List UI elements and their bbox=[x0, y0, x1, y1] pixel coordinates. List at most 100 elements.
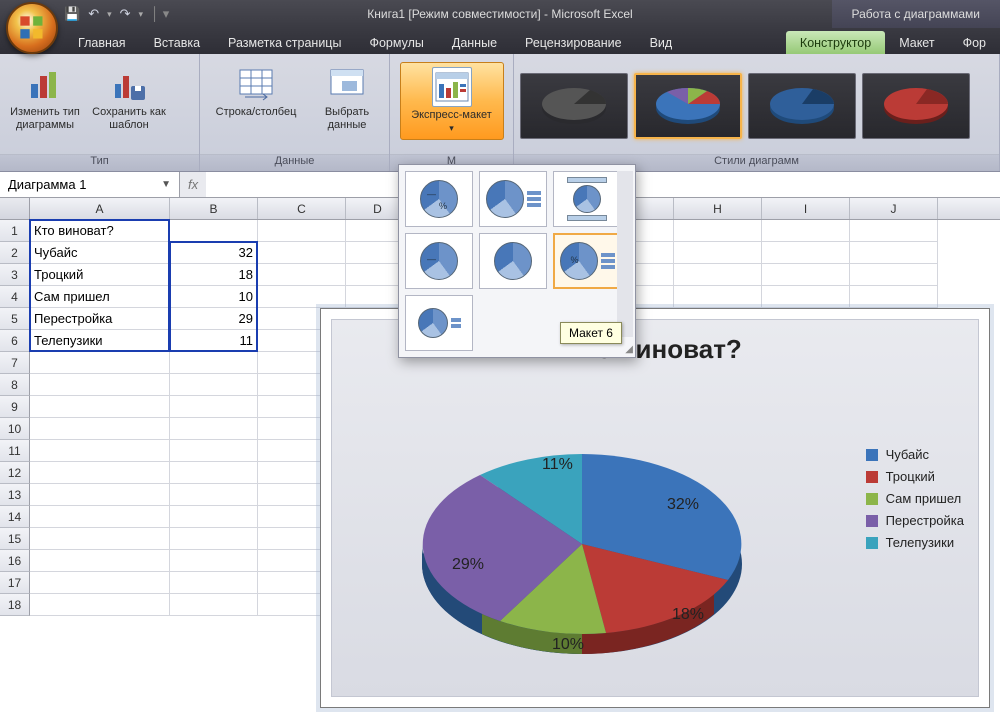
col-header-J[interactable]: J bbox=[850, 198, 938, 219]
layout-option-3[interactable] bbox=[553, 171, 621, 227]
cell-B3[interactable]: 18 bbox=[170, 264, 258, 286]
row-header-12[interactable]: 12 bbox=[0, 462, 30, 484]
cell-C4[interactable] bbox=[258, 286, 346, 308]
chart-object[interactable]: Кто виноват? 32% 18% 10% 29% 11 bbox=[320, 308, 990, 708]
cell-A18[interactable] bbox=[30, 594, 170, 616]
cell-B11[interactable] bbox=[170, 440, 258, 462]
tab-view[interactable]: Вид bbox=[636, 31, 687, 54]
save-template-button[interactable]: Сохранить как шаблон bbox=[90, 58, 168, 132]
cell-A9[interactable] bbox=[30, 396, 170, 418]
col-header-H[interactable]: H bbox=[674, 198, 762, 219]
cell-B1[interactable] bbox=[170, 220, 258, 242]
row-header-17[interactable]: 17 bbox=[0, 572, 30, 594]
row-header-13[interactable]: 13 bbox=[0, 484, 30, 506]
tab-review[interactable]: Рецензирование bbox=[511, 31, 636, 54]
cell-I2[interactable] bbox=[762, 242, 850, 264]
cell-A5[interactable]: Перестройка bbox=[30, 308, 170, 330]
row-header-7[interactable]: 7 bbox=[0, 352, 30, 374]
cell-J4[interactable] bbox=[850, 286, 938, 308]
select-data-button[interactable]: Выбрать данные bbox=[312, 58, 382, 132]
row-header-2[interactable]: 2 bbox=[0, 242, 30, 264]
cell-J3[interactable] bbox=[850, 264, 938, 286]
row-header-3[interactable]: 3 bbox=[0, 264, 30, 286]
cell-A2[interactable]: Чубайс bbox=[30, 242, 170, 264]
cell-A10[interactable] bbox=[30, 418, 170, 440]
row-header-15[interactable]: 15 bbox=[0, 528, 30, 550]
col-header-C[interactable]: C bbox=[258, 198, 346, 219]
cell-A1[interactable]: Кто виноват? bbox=[30, 220, 170, 242]
layout-option-7[interactable] bbox=[405, 295, 473, 351]
layout-option-1[interactable]: —% bbox=[405, 171, 473, 227]
cell-I3[interactable] bbox=[762, 264, 850, 286]
cell-A4[interactable]: Сам пришел bbox=[30, 286, 170, 308]
cell-A11[interactable] bbox=[30, 440, 170, 462]
chart-plot-area[interactable]: Кто виноват? 32% 18% 10% 29% 11 bbox=[331, 319, 979, 697]
cell-B18[interactable] bbox=[170, 594, 258, 616]
tab-data[interactable]: Данные bbox=[438, 31, 511, 54]
cell-B4[interactable]: 10 bbox=[170, 286, 258, 308]
cell-H1[interactable] bbox=[674, 220, 762, 242]
row-header-1[interactable]: 1 bbox=[0, 220, 30, 242]
tab-layout[interactable]: Макет bbox=[885, 31, 948, 54]
cell-A14[interactable] bbox=[30, 506, 170, 528]
chart-style-1[interactable] bbox=[520, 73, 628, 139]
cell-A13[interactable] bbox=[30, 484, 170, 506]
legend-item-1[interactable]: Троцкий bbox=[866, 469, 964, 484]
tab-home[interactable]: Главная bbox=[64, 31, 140, 54]
row-header-6[interactable]: 6 bbox=[0, 330, 30, 352]
cell-H4[interactable] bbox=[674, 286, 762, 308]
row-header-16[interactable]: 16 bbox=[0, 550, 30, 572]
layout-option-4[interactable]: — bbox=[405, 233, 473, 289]
cell-B6[interactable]: 11 bbox=[170, 330, 258, 352]
cell-B12[interactable] bbox=[170, 462, 258, 484]
select-all-corner[interactable] bbox=[0, 198, 30, 219]
row-header-11[interactable]: 11 bbox=[0, 440, 30, 462]
layout-option-6[interactable]: % bbox=[553, 233, 621, 289]
cell-C2[interactable] bbox=[258, 242, 346, 264]
row-header-5[interactable]: 5 bbox=[0, 308, 30, 330]
cell-B13[interactable] bbox=[170, 484, 258, 506]
name-box[interactable]: Диаграмма 1 ▼ bbox=[0, 172, 180, 197]
cell-A12[interactable] bbox=[30, 462, 170, 484]
cell-B10[interactable] bbox=[170, 418, 258, 440]
row-header-18[interactable]: 18 bbox=[0, 594, 30, 616]
row-header-10[interactable]: 10 bbox=[0, 418, 30, 440]
cell-B8[interactable] bbox=[170, 374, 258, 396]
cell-C3[interactable] bbox=[258, 264, 346, 286]
quick-layout-button[interactable]: Экспресс-макет▾ bbox=[400, 62, 504, 140]
resize-grip-icon[interactable]: ◢ bbox=[625, 344, 633, 355]
cell-A6[interactable]: Телепузики bbox=[30, 330, 170, 352]
cell-B16[interactable] bbox=[170, 550, 258, 572]
legend-item-4[interactable]: Телепузики bbox=[866, 535, 964, 550]
cell-B5[interactable]: 29 bbox=[170, 308, 258, 330]
redo-icon[interactable]: ↷ bbox=[120, 6, 131, 22]
legend-item-0[interactable]: Чубайс bbox=[866, 447, 964, 462]
tab-insert[interactable]: Вставка bbox=[140, 31, 214, 54]
change-chart-type-button[interactable]: Изменить тип диаграммы bbox=[6, 58, 84, 132]
cell-B7[interactable] bbox=[170, 352, 258, 374]
cell-I4[interactable] bbox=[762, 286, 850, 308]
undo-icon[interactable]: ↶ bbox=[88, 6, 99, 22]
chart-style-3[interactable] bbox=[748, 73, 856, 139]
tab-design[interactable]: Конструктор bbox=[786, 31, 885, 54]
cell-A17[interactable] bbox=[30, 572, 170, 594]
cell-A8[interactable] bbox=[30, 374, 170, 396]
cell-I1[interactable] bbox=[762, 220, 850, 242]
row-header-8[interactable]: 8 bbox=[0, 374, 30, 396]
col-header-B[interactable]: B bbox=[170, 198, 258, 219]
pie-chart[interactable]: 32% 18% 10% 29% 11% bbox=[392, 394, 772, 694]
chart-style-2[interactable] bbox=[634, 73, 742, 139]
chart-legend[interactable]: ЧубайсТроцкийСам пришелПерестройкаТелепу… bbox=[866, 440, 964, 557]
cell-B9[interactable] bbox=[170, 396, 258, 418]
legend-item-3[interactable]: Перестройка bbox=[866, 513, 964, 528]
switch-row-column-button[interactable]: Строка/столбец bbox=[206, 58, 306, 119]
dropdown-scrollbar[interactable] bbox=[617, 171, 633, 337]
layout-option-5[interactable] bbox=[479, 233, 547, 289]
tab-formulas[interactable]: Формулы bbox=[355, 31, 437, 54]
col-header-I[interactable]: I bbox=[762, 198, 850, 219]
cell-A3[interactable]: Троцкий bbox=[30, 264, 170, 286]
chart-style-4[interactable] bbox=[862, 73, 970, 139]
cell-A15[interactable] bbox=[30, 528, 170, 550]
cell-B17[interactable] bbox=[170, 572, 258, 594]
office-button[interactable] bbox=[6, 2, 58, 54]
